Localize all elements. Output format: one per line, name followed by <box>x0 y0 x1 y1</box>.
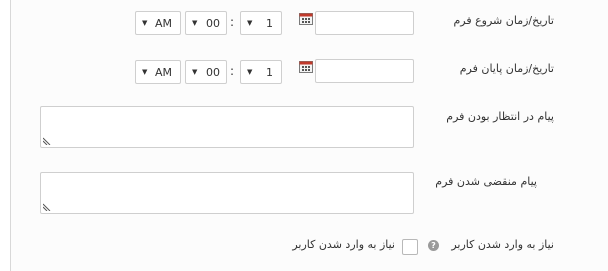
start-minute-select[interactable]: ▼ 00 <box>185 11 227 35</box>
pending-message-textarea[interactable] <box>40 106 414 148</box>
resize-grip-icon[interactable] <box>43 203 51 211</box>
expired-message-textarea[interactable] <box>40 172 414 214</box>
end-ampm-select[interactable]: ▼ AM <box>135 60 181 84</box>
resize-grip-icon[interactable] <box>43 137 51 145</box>
pending-message-label: پیام در انتظار بودن فرم <box>446 110 554 123</box>
require-login-checkbox-label[interactable]: نیاز به وارد شدن کاربر <box>292 238 395 251</box>
start-hour-value: 1 <box>266 17 273 30</box>
chevron-down-icon: ▼ <box>192 68 198 76</box>
chevron-down-icon: ▼ <box>247 68 253 76</box>
start-ampm-select[interactable]: ▼ AM <box>135 11 181 35</box>
start-date-input[interactable] <box>315 11 414 35</box>
panel-left-edge <box>10 0 11 271</box>
chevron-down-icon: ▼ <box>192 19 198 27</box>
end-hour-select[interactable]: ▼ 1 <box>240 60 282 84</box>
start-ampm-value: AM <box>154 17 172 30</box>
start-minute-value: 00 <box>206 17 220 30</box>
end-minute-select[interactable]: ▼ 00 <box>185 60 227 84</box>
help-icon[interactable]: ? <box>428 240 439 251</box>
start-hour-select[interactable]: ▼ 1 <box>240 11 282 35</box>
calendar-icon[interactable] <box>299 13 313 25</box>
start-datetime-label: تاریخ/زمان شروع فرم <box>453 14 554 27</box>
chevron-down-icon: ▼ <box>142 19 148 27</box>
require-login-label: نیاز به وارد شدن کاربر <box>451 238 554 251</box>
time-separator: : <box>230 15 235 29</box>
expired-message-label: پیام منقضی شدن فرم <box>435 175 537 188</box>
time-separator: : <box>230 64 235 78</box>
require-login-checkbox[interactable] <box>402 239 418 255</box>
end-ampm-value: AM <box>154 66 172 79</box>
chevron-down-icon: ▼ <box>142 68 148 76</box>
end-date-input[interactable] <box>315 59 414 83</box>
calendar-icon[interactable] <box>299 61 313 73</box>
end-hour-value: 1 <box>266 66 273 79</box>
chevron-down-icon: ▼ <box>247 19 253 27</box>
end-datetime-label: تاریخ/زمان پایان فرم <box>459 62 554 75</box>
end-minute-value: 00 <box>206 66 220 79</box>
